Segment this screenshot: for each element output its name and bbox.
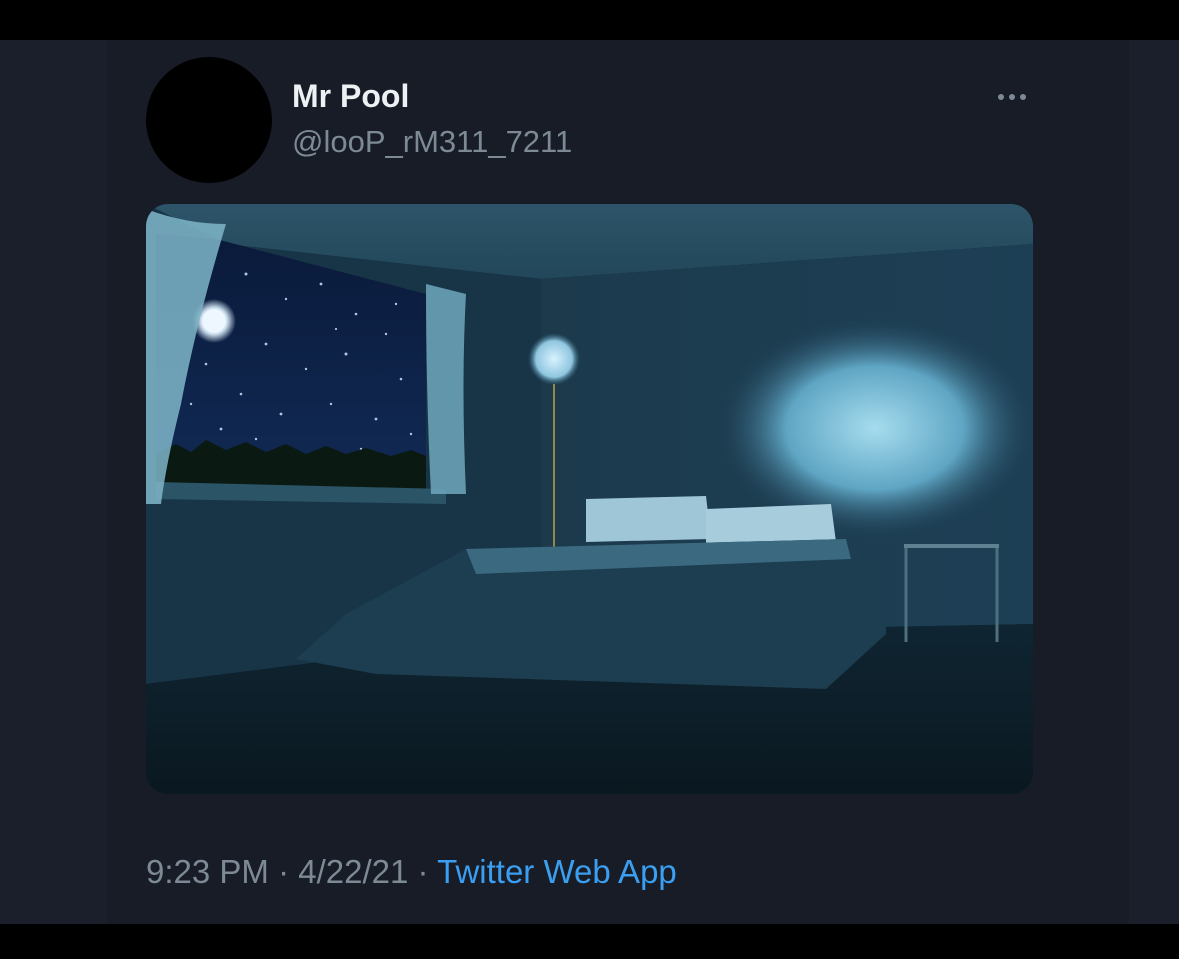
separator: ·: [417, 853, 429, 890]
tweet-media-image[interactable]: [146, 204, 1033, 794]
avatar[interactable]: [146, 57, 272, 183]
more-horizontal-icon: [998, 94, 1026, 100]
screenshot: Mr Pool @looP_rM311_7211 9:23 PM · 4/22/…: [0, 0, 1179, 959]
tweet-time[interactable]: 9:23 PM: [146, 853, 269, 890]
tweet-source-link[interactable]: Twitter Web App: [437, 853, 677, 890]
more-options-button[interactable]: [990, 80, 1034, 114]
tweet-date[interactable]: 4/22/21: [298, 853, 408, 890]
display-name[interactable]: Mr Pool: [292, 78, 409, 115]
separator: ·: [278, 853, 290, 890]
bedroom-night-illustration: [146, 204, 1033, 794]
tweet-timestamp-line: 9:23 PM · 4/22/21 · Twitter Web App: [146, 853, 677, 891]
user-handle[interactable]: @looP_rM311_7211: [292, 124, 572, 160]
